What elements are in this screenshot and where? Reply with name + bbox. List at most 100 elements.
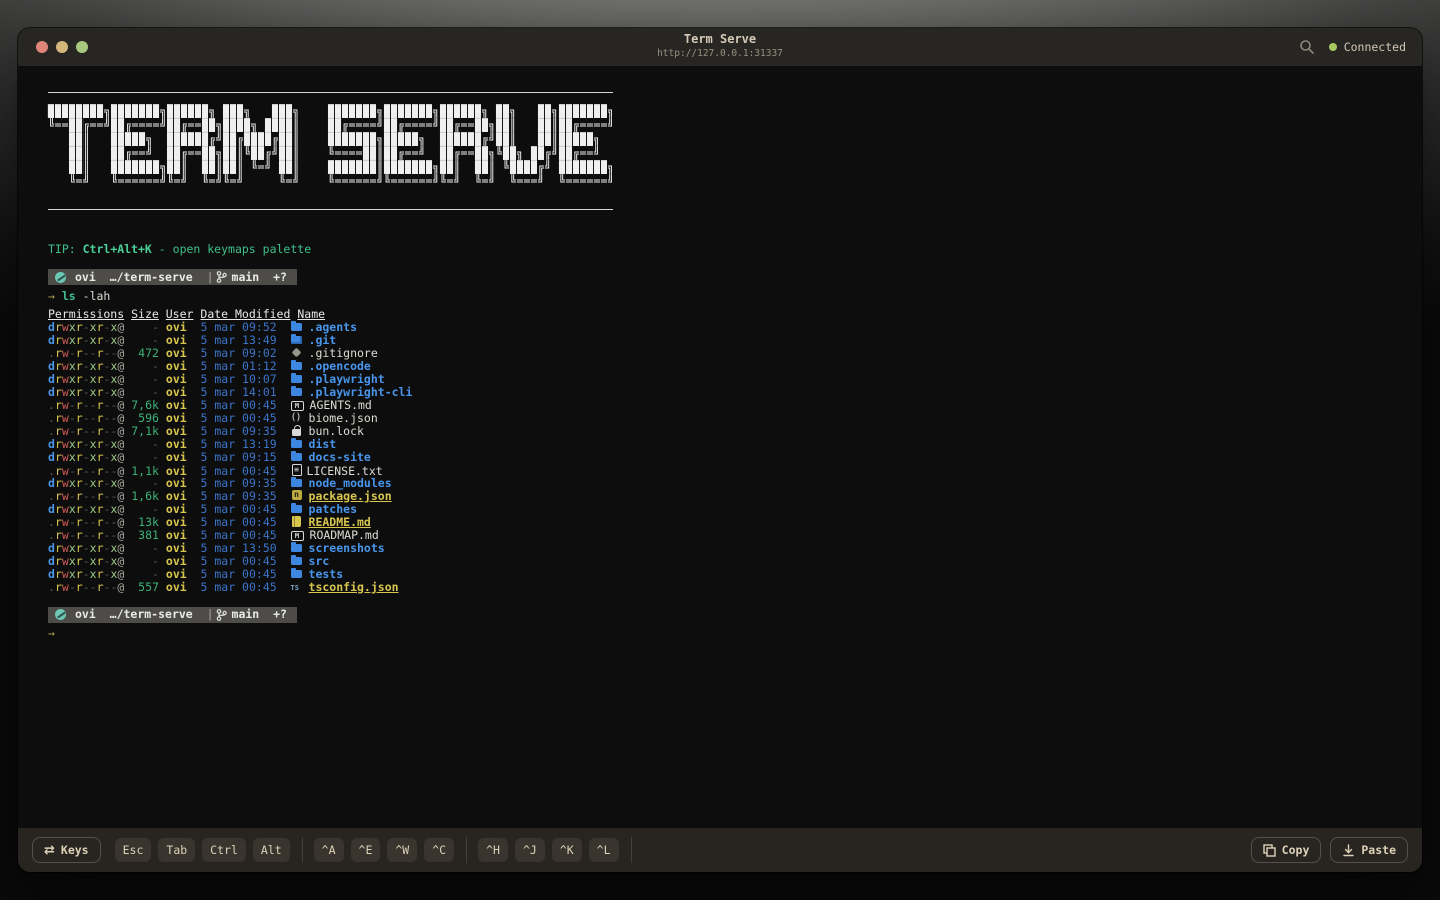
paste-button-label: Paste [1361,843,1396,857]
git-branch-icon [216,608,227,621]
file-user: ovi [165,579,187,594]
file-size: - [131,540,159,555]
key-button-esc[interactable]: Esc [114,838,152,862]
terminal-screen[interactable]: ████████╗███████╗██████╗ ███╗ ███╗ █████… [18,66,1422,828]
banner-rule-top [48,92,613,93]
header-date-modified: Date Modified [200,306,291,321]
paste-button[interactable]: Paste [1330,837,1408,863]
file-date-modified: 5 mar 10:07 [186,371,291,386]
ts-icon [291,581,303,595]
tip-rest: - open keymaps palette [151,242,312,256]
folder-icon [290,450,303,462]
file-name: tests [308,566,344,581]
folder-icon [290,385,303,397]
file-size: 13k [131,514,159,529]
file-user: ovi [165,449,187,464]
file-permissions: drwxr-xr-x@ [48,332,125,347]
lock-icon [291,424,303,436]
prompt-separator: | [206,607,214,621]
terminal-window: Term Serve http://127.0.0.1:31337 Connec… [18,28,1422,872]
file-size: 472 [131,345,159,360]
git-branch-icon [216,271,227,283]
search-icon[interactable] [1299,39,1315,55]
file-size: - [131,436,159,451]
folder-icon [290,437,303,449]
file-size: - [131,358,159,373]
file-name: screenshots [308,540,385,555]
file-user: ovi [165,345,187,360]
file-date-modified: 5 mar 09:35 [186,488,291,503]
file-date-modified: 5 mar 14:01 [186,384,291,399]
file-size: - [131,475,159,490]
file-permissions: drwxr-xr-x@ [48,501,125,516]
file-permissions: drwxr-xr-x@ [48,475,125,490]
folder-icon [290,372,303,384]
file-user: ovi [165,540,187,555]
file-user: ovi [165,397,187,412]
file-permissions: .rw-r--r--@ [48,345,125,360]
markdown-icon [290,400,304,411]
git-icon [291,347,303,358]
folder-icon [290,476,303,488]
prompt-git-status: +? [273,269,287,284]
file-size: - [131,501,159,516]
file-user: ovi [165,488,187,503]
file-permissions: drwxr-xr-x@ [48,436,125,451]
key-button-alt[interactable]: Alt [252,838,290,862]
file-name: bun.lock [308,423,364,438]
key-button-caret-w[interactable]: ^W [387,838,418,862]
table-row: drwxr-xr-x@ - ovi 5 mar 09:15 docs-site [48,449,1422,464]
keys-button[interactable]: ⇄ Keys [32,837,101,863]
key-button-caret-h[interactable]: ^H [478,838,508,862]
file-user: ovi [165,410,187,425]
toolbar-divider [301,837,303,863]
folder-icon [290,359,303,371]
file-size: - [131,566,159,581]
markdown-icon [290,530,304,541]
os-icon [55,609,66,620]
cursor-line[interactable]: → [48,627,1422,640]
keys-button-label: Keys [60,843,89,857]
file-user: ovi [165,475,187,490]
folder-icon [290,567,303,579]
file-permissions: .rw-r--r--@ [48,410,125,425]
key-button-caret-k[interactable]: ^K [551,838,582,862]
file-user: ovi [165,423,187,438]
file-permissions: .rw-r--r--@ [48,514,125,529]
os-icon [55,271,66,283]
key-button-tab[interactable]: Tab [158,838,196,862]
key-button-caret-e[interactable]: ^E [350,838,381,862]
file-size: - [131,449,159,464]
file-date-modified: 5 mar 13:49 [186,332,291,347]
prompt-path: …/term-serve [109,269,193,284]
file-name: ROADMAP.md [309,527,379,542]
file-name: .git [308,332,337,347]
key-button-caret-l[interactable]: ^L [588,838,619,862]
book-icon [291,515,303,527]
copy-button[interactable]: Copy [1250,837,1322,863]
file-user: ovi [165,384,187,399]
file-size: 1,6k [131,488,159,503]
prompt-arrow: → [48,288,55,303]
key-button-caret-j[interactable]: ^J [514,838,545,862]
table-row: .rw-r--r--@ 557 ovi 5 mar 00:45 tsconfig… [48,579,1422,595]
key-button-caret-a[interactable]: ^A [313,838,344,862]
file-date-modified: 5 mar 09:35 [186,475,291,490]
file-date-modified: 5 mar 13:19 [186,436,291,451]
swap-arrows-icon: ⇄ [44,842,55,858]
connection-status-label: Connected [1343,40,1406,54]
shell-prompt: ovi …/term-serve | main +? [48,269,297,285]
titlebar: Term Serve http://127.0.0.1:31337 Connec… [18,28,1422,66]
file-permissions: drwxr-xr-x@ [48,384,125,399]
window-title-block: Term Serve http://127.0.0.1:31337 [18,32,1422,60]
key-button-ctrl[interactable]: Ctrl [202,838,246,862]
file-user: ovi [165,319,187,334]
file-name: AGENTS.md [309,397,372,412]
file-name: .playwright [308,371,385,386]
ctrl-keys-group-2: ^H ^J ^K ^L [478,838,625,862]
file-permissions: drwxr-xr-x@ [48,319,125,334]
key-button-caret-c[interactable]: ^C [424,838,455,862]
file-size: - [131,384,159,399]
header-user: User [165,306,194,321]
folder-icon [290,541,303,553]
